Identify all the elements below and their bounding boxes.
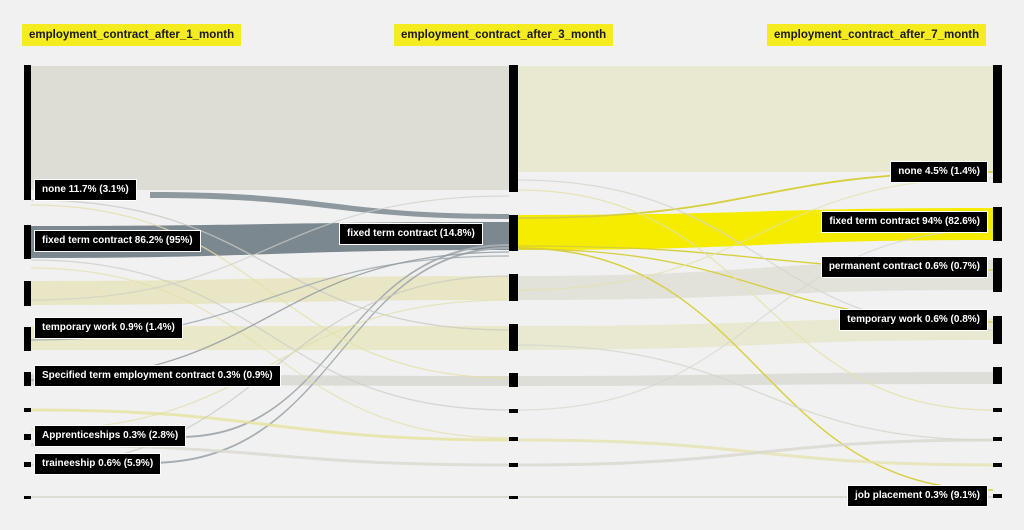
axis-label-month-3: employment_contract_after_3_month <box>394 24 614 46</box>
label-m1-specified: Specified term employment contract 0.3% … <box>35 366 280 386</box>
node-m3-small-1[interactable] <box>509 409 518 413</box>
label-m1-none: none 11.7% (3.1%) <box>35 180 136 200</box>
nodes-month-3 <box>509 65 518 499</box>
label-m3-fixed: fixed term contract (14.8%) <box>340 224 482 244</box>
flow-thin-r4[interactable] <box>517 344 994 441</box>
node-m1-fixed[interactable] <box>24 225 31 259</box>
node-m1-small-1[interactable] <box>24 408 31 412</box>
axis-label-month-1: employment_contract_after_1_month <box>22 24 242 46</box>
node-m3-fixed[interactable] <box>509 215 518 251</box>
label-m1-temp: temporary work 0.9% (1.4%) <box>35 318 182 338</box>
label-m7-temp: temporary work 0.6% (0.8%) <box>840 310 987 330</box>
node-m3-temp[interactable] <box>509 274 518 301</box>
node-m3-none[interactable] <box>509 65 518 192</box>
node-m7-fixed[interactable] <box>993 207 1002 241</box>
label-m7-fixed: fixed term contract 94% (82.6%) <box>822 212 987 232</box>
flow-none-none-right[interactable] <box>518 66 993 172</box>
node-m7-temp[interactable] <box>993 316 1002 344</box>
node-m3-specified[interactable] <box>509 373 518 387</box>
node-m3-temp-2[interactable] <box>509 324 518 351</box>
node-m1-small-2[interactable] <box>24 496 31 499</box>
node-m1-temp[interactable] <box>24 281 31 306</box>
label-m7-permanent: permanent contract 0.6% (0.7%) <box>821 257 987 277</box>
node-m7-small-1[interactable] <box>993 408 1002 412</box>
node-m7-none[interactable] <box>993 65 1002 183</box>
flow-none-none[interactable] <box>31 66 509 190</box>
flow-thin-r1[interactable] <box>517 179 994 331</box>
flow-temp-band[interactable] <box>31 276 509 305</box>
node-m7-permanent[interactable] <box>993 258 1002 292</box>
nodes-month-7 <box>993 65 1002 498</box>
label-m7-none: none 4.5% (1.4%) <box>891 162 987 182</box>
flow-thin-7[interactable] <box>30 251 510 381</box>
node-m3-small-3[interactable] <box>509 463 518 467</box>
node-m7-small-2[interactable] <box>993 437 1002 441</box>
label-m1-apprentice: Apprenticeships 0.3% (2.8%) <box>35 426 186 446</box>
node-m7-specified[interactable] <box>993 367 1002 384</box>
node-m1-specified[interactable] <box>24 372 31 386</box>
flow-band-right-3[interactable] <box>518 372 993 386</box>
label-m7-jobplacement: job placement 0.3% (9.1%) <box>847 486 987 506</box>
node-m7-small-3[interactable] <box>993 463 1002 467</box>
flows-3-to-7 <box>517 66 994 499</box>
node-m1-temp-2[interactable] <box>24 327 31 351</box>
nodes-month-1 <box>24 65 31 499</box>
flow-thin-r7[interactable] <box>517 438 994 467</box>
node-m1-apprentice[interactable] <box>24 434 31 440</box>
node-m7-jobplacement[interactable] <box>993 494 1002 498</box>
label-m1-trainee: traineeship 0.6% (5.9%) <box>35 454 161 474</box>
axis-label-month-7: employment_contract_after_7_month <box>767 24 987 46</box>
node-m1-trainee[interactable] <box>24 462 31 467</box>
flow-none-to-fixed[interactable] <box>150 192 509 219</box>
node-m3-small-2[interactable] <box>509 437 518 441</box>
label-m1-fixed: fixed term contract 86.2% (95%) <box>35 231 200 251</box>
node-m1-none[interactable] <box>24 65 31 200</box>
node-m3-small-4[interactable] <box>509 496 518 499</box>
